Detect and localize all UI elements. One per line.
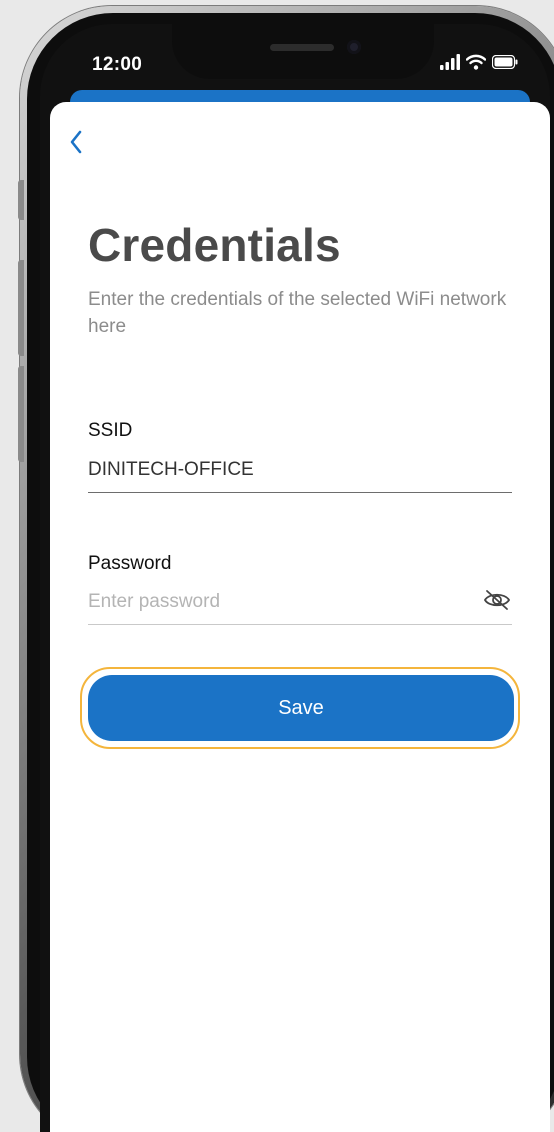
volume-down-button: [18, 366, 24, 462]
page-subtitle: Enter the credentials of the selected Wi…: [88, 289, 507, 337]
save-button[interactable]: Save: [88, 675, 514, 741]
status-time: 12:00: [92, 54, 143, 75]
credentials-sheet: Credentials Enter the credentials of the…: [50, 102, 550, 1132]
battery-icon: [491, 54, 518, 74]
page-title: Credentials: [88, 219, 341, 271]
volume-up-button: [18, 260, 24, 356]
status-icons: [440, 53, 518, 75]
password-visibility-toggle[interactable]: [482, 589, 512, 616]
front-camera: [347, 40, 361, 54]
wifi-icon: [465, 54, 487, 75]
password-label: Password: [88, 553, 172, 574]
ssid-field: [88, 452, 512, 493]
eye-slash-icon: [483, 589, 511, 616]
password-input[interactable]: [88, 584, 468, 620]
password-field: [88, 584, 512, 625]
ssid-input[interactable]: [88, 452, 468, 488]
earpiece-speaker: [270, 44, 334, 51]
back-button[interactable]: [60, 124, 92, 164]
device-stage: 12:00 Credentials Enter the credentials …: [0, 0, 554, 1132]
cellular-signal-icon: [440, 53, 460, 75]
silent-switch: [18, 180, 24, 220]
ssid-label: SSID: [88, 420, 133, 441]
chevron-left-icon: [68, 129, 84, 160]
screen: 12:00 Credentials Enter the credentials …: [40, 24, 550, 1132]
